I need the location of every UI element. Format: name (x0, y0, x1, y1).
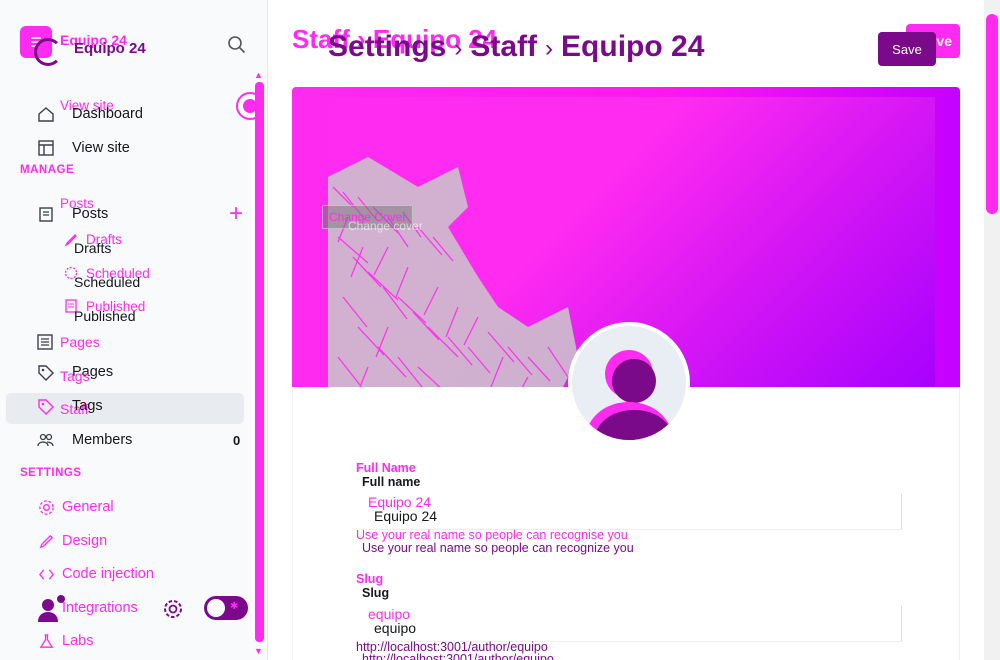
sidebar-item-code-injection[interactable]: Code injection (36, 563, 154, 585)
scroll-up-arrow-icon[interactable]: ▲ (254, 70, 263, 80)
scroll-down-arrow-icon[interactable]: ▼ (254, 646, 263, 656)
members-icon (36, 430, 56, 450)
breadcrumb-settings[interactable]: Settings (328, 30, 446, 63)
sidebar-item-dashboard[interactable]: Dashboard (36, 102, 143, 126)
breadcrumb: Settings › Staff › Equipo 24 (328, 30, 704, 64)
brush-icon (36, 531, 56, 551)
sidebar-item-drafts[interactable]: Drafts (74, 240, 111, 256)
sidebar-item-label: Code injection (62, 566, 154, 582)
brand-name: Equipo 24 (74, 40, 146, 57)
sidebar-item-label: General (62, 499, 114, 515)
sidebar-item-posts[interactable]: Posts (36, 202, 108, 226)
tags-icon (36, 363, 56, 388)
dark-mode-toggle[interactable]: ✱ (204, 596, 248, 620)
user-placeholder-icon (584, 350, 676, 440)
sidebar-item-published[interactable]: Published (74, 308, 136, 324)
full-name-hint: Use your real name so people can recogni… (362, 541, 634, 555)
sidebar-item-general[interactable]: General (36, 496, 114, 518)
sidebar-item-labs[interactable]: Labs (36, 630, 93, 652)
pages-icon (36, 333, 54, 356)
sidebar-item-design[interactable]: Design (36, 530, 107, 552)
slug-value[interactable]: equipo (374, 620, 416, 636)
change-cover-ghost: Change cover (348, 219, 423, 233)
section-label-manage: MANAGE (20, 164, 75, 176)
user-avatar-icon[interactable] (36, 594, 66, 624)
gear-icon (36, 497, 56, 517)
main-content: Staff › Equipo 24 Settings › Staff › Equipo … (268, 0, 1000, 660)
cover-texture (328, 157, 578, 397)
sidebar-scrollbar[interactable]: ▲ ▼ (252, 70, 266, 660)
sidebar-item-label: Members (72, 432, 133, 448)
home-icon (36, 104, 56, 124)
tags-ghost: Tags (60, 368, 90, 384)
members-count-badge: 0 (233, 433, 241, 448)
search-icon[interactable] (226, 34, 248, 56)
section-label-settings: SETTINGS (20, 467, 82, 479)
slug-label-ghost: Slug (356, 572, 384, 586)
page-scrollbar-thumb[interactable] (986, 14, 998, 214)
layout-icon (36, 138, 56, 158)
sidebar-scroll-thumb[interactable] (255, 82, 264, 642)
moon-icon: ✱ (230, 601, 239, 612)
slug-url-hint: http://localhost:3001/author/equipo (362, 652, 554, 660)
full-name-label-ghost: Full Name (356, 461, 416, 475)
sidebar-item-members[interactable]: Members (36, 428, 132, 452)
full-name-hint-ghost: Use your real name so people can recogni… (356, 528, 628, 542)
settings-gear-icon[interactable] (162, 598, 184, 620)
breadcrumb-separator: › (545, 35, 554, 62)
brand-ring-icon (34, 38, 62, 66)
breadcrumb-staff[interactable]: Staff (470, 30, 537, 63)
breadcrumb-separator: › (454, 35, 463, 62)
staff-icon (36, 397, 56, 422)
save-button[interactable]: Save (878, 32, 936, 66)
pages-ghost: Pages (60, 334, 100, 350)
sidebar-item-label: Dashboard (72, 106, 143, 122)
sidebar-item-scheduled[interactable]: Scheduled (74, 274, 140, 290)
sidebar-item-tags[interactable]: Tags (72, 398, 103, 414)
add-post-icon[interactable]: + (229, 202, 243, 226)
sidebar-item-label: Posts (72, 206, 109, 222)
full-name-label: Full name (362, 475, 421, 489)
sidebar-item-label: Design (62, 533, 108, 549)
slug-input[interactable] (362, 606, 902, 642)
code-icon (36, 564, 56, 584)
sidebar-item-label: Labs (62, 633, 94, 649)
full-name-input[interactable] (362, 494, 902, 530)
posts-icon (36, 204, 56, 224)
sidebar-item-label: View site (72, 140, 130, 156)
slug-label: Slug (362, 586, 390, 600)
sidebar-item-view-site[interactable]: View site (36, 136, 130, 160)
profile-avatar[interactable] (568, 322, 690, 444)
sidebar-item-label: Integrations (62, 600, 138, 616)
page-title: Equipo 24 (561, 30, 705, 63)
sidebar: Equipo 24 Equipo 24 ▲ ▼ View site Dashbo… (0, 0, 268, 660)
full-name-value[interactable]: Equipo 24 (374, 508, 437, 524)
flask-icon (36, 631, 56, 651)
